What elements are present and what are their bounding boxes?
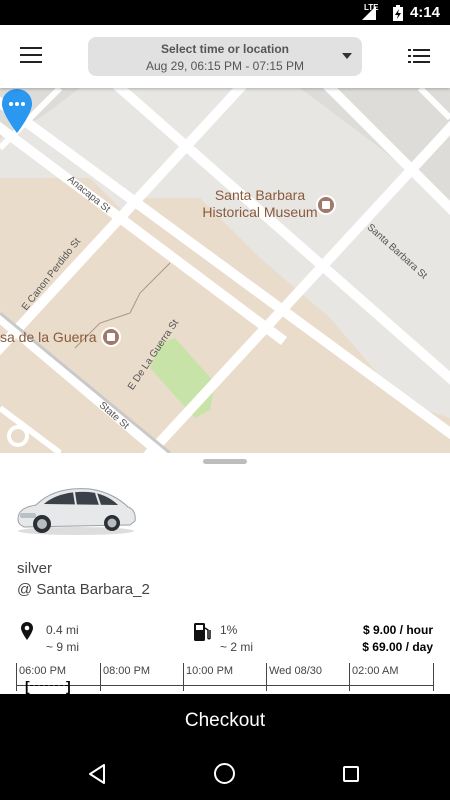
price-per-day: $ 69.00 / day — [362, 640, 433, 654]
selection-end-handle[interactable]: ] — [66, 678, 71, 694]
selection-range — [30, 685, 68, 686]
vehicle-location: @ Santa Barbara_2 — [17, 581, 150, 598]
location-pin-icon — [21, 622, 33, 640]
vehicle-details-sheet: silver @ Santa Barbara_2 0.4 mi ~ 9 mi 1… — [0, 453, 450, 694]
car-image — [17, 488, 136, 535]
timeline-label: 06:00 PM — [19, 665, 67, 677]
availability-timeline[interactable]: 06:00 PM 08:00 PM 10:00 PM Wed 08/30 02:… — [16, 663, 434, 694]
selector-title: Select time or location — [160, 42, 290, 56]
dropdown-caret-icon — [342, 53, 352, 59]
timeline-tick — [100, 663, 101, 691]
timeline-tick — [266, 663, 267, 691]
list-view-icon[interactable] — [408, 49, 430, 63]
network-type: LTE — [364, 3, 379, 12]
recent-apps-icon[interactable] — [343, 766, 359, 782]
selector-subtitle: Aug 29, 06:15 PM - 07:15 PM — [145, 59, 305, 73]
status-time: 4:14 — [409, 4, 440, 21]
checkout-button[interactable]: Checkout — [0, 694, 450, 748]
drag-handle[interactable] — [203, 459, 247, 464]
timeline-axis — [16, 685, 434, 686]
timeline-label: Wed 08/30 — [269, 665, 323, 677]
timeline-label: 08:00 PM — [103, 665, 151, 677]
fuel-range: ~ 2 mi — [220, 640, 254, 654]
museum-icon[interactable] — [316, 195, 336, 215]
vehicle-color: silver — [17, 560, 53, 577]
back-icon[interactable] — [88, 764, 106, 784]
hamburger-menu-icon[interactable] — [20, 47, 42, 65]
timeline-label: 10:00 PM — [186, 665, 234, 677]
battery-charging-icon — [393, 5, 403, 21]
timeline-tick — [433, 663, 434, 691]
museum-icon[interactable] — [101, 327, 121, 347]
fuel-level: 1% — [220, 623, 238, 637]
time-location-selector[interactable]: Select time or location Aug 29, 06:15 PM… — [88, 37, 362, 76]
system-nav-bar — [0, 748, 450, 800]
app-bar: Select time or location Aug 29, 06:15 PM… — [0, 25, 450, 88]
status-bar: LTE 4:14 — [0, 0, 450, 25]
timeline-tick — [349, 663, 350, 691]
poi-label-casa-de-la-guerra: sa de la Guerra — [0, 329, 97, 345]
map-view[interactable]: Anacapa St E Canon Perdido St E De La Gu… — [0, 88, 450, 453]
timeline-label: 02:00 AM — [352, 665, 399, 677]
selection-start-handle[interactable]: [ — [25, 678, 30, 694]
car-location-pin-icon[interactable] — [0, 88, 34, 134]
map-canvas — [0, 88, 450, 453]
home-icon[interactable] — [214, 763, 235, 784]
price-per-hour: $ 9.00 / hour — [362, 623, 433, 637]
vehicle-walk-time: ~ 9 mi — [46, 640, 80, 654]
vehicle-distance: 0.4 mi — [46, 623, 79, 637]
timeline-tick — [183, 663, 184, 691]
fuel-pump-icon — [194, 623, 211, 641]
timeline-tick — [16, 663, 17, 691]
